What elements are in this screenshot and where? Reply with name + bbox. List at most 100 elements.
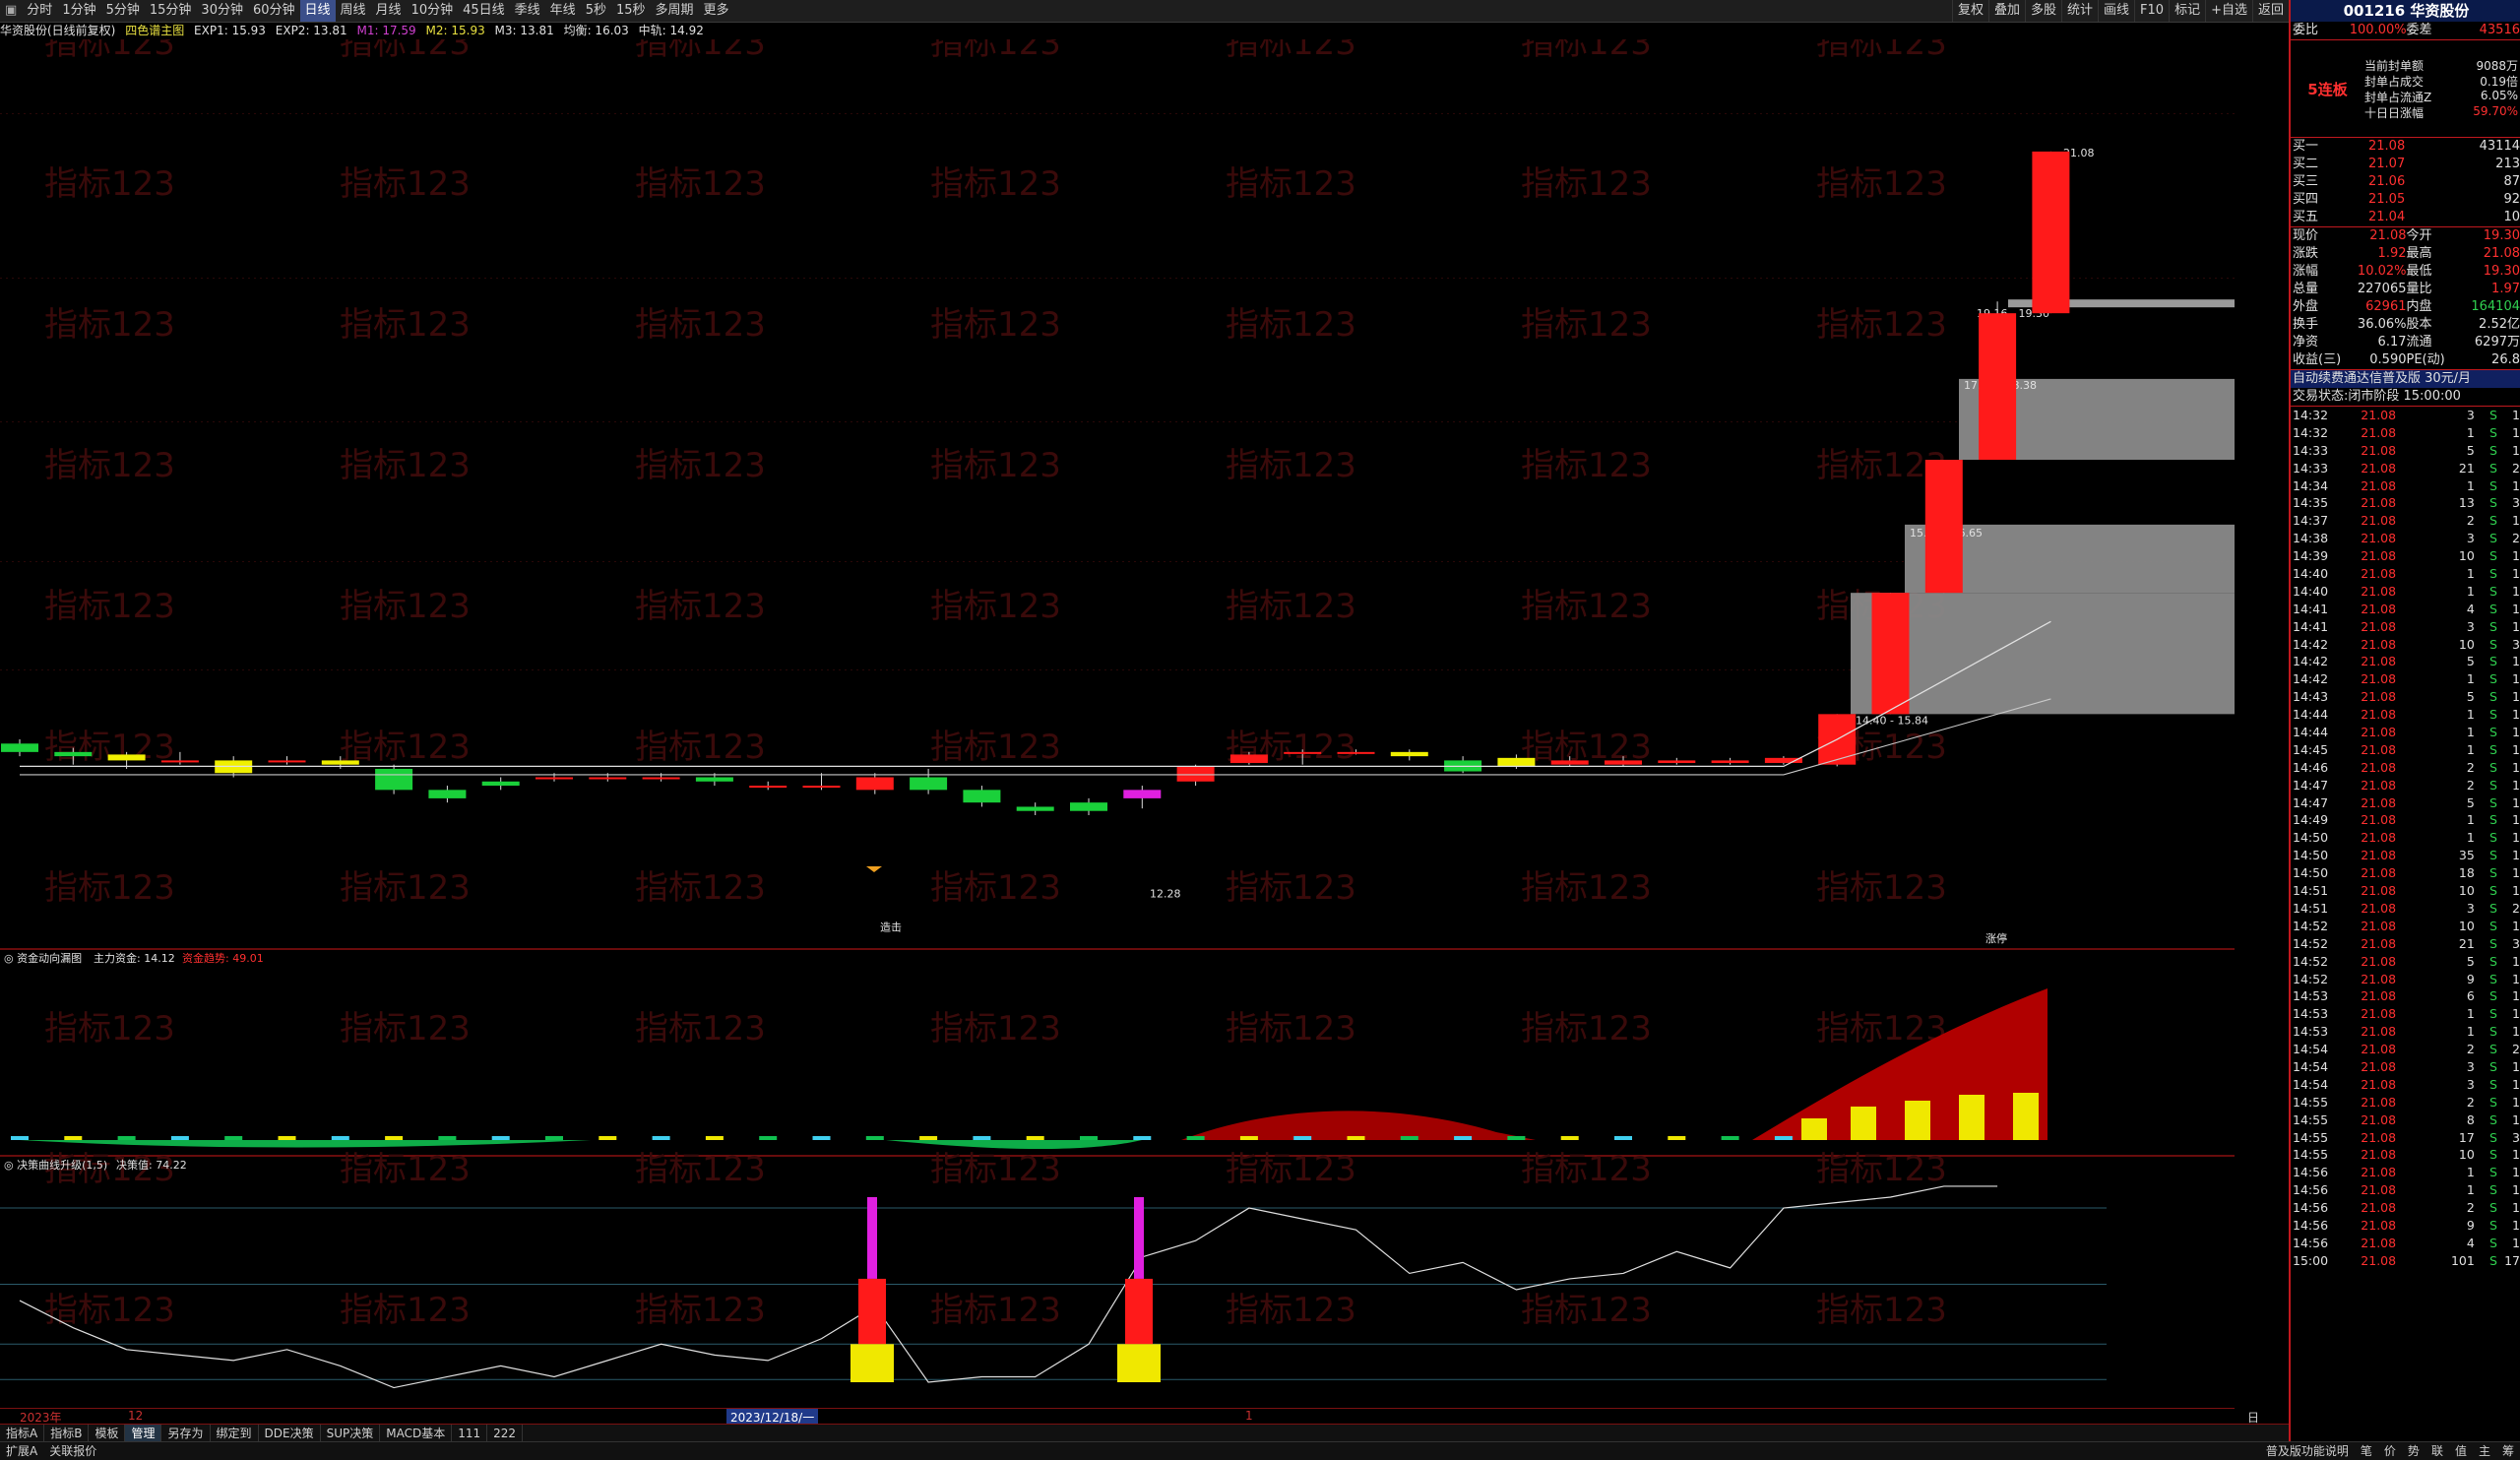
tick-cell: 35 xyxy=(2458,848,2475,863)
toolbar-action-7[interactable]: +自选 xyxy=(2205,0,2252,22)
stock-code-name: 001216 华资股份 xyxy=(2291,0,2520,22)
watermark-text: 指标123 xyxy=(1521,1009,1652,1048)
indicator-tab-6[interactable]: DDE决策 xyxy=(259,1425,321,1442)
bid-row[interactable]: 买一 21.08 43114 xyxy=(2291,138,2520,156)
tick-cell: 1 xyxy=(2512,1006,2520,1022)
quote-key: 今开 xyxy=(2406,228,2432,243)
indicator-tab-1[interactable]: 指标B xyxy=(44,1425,90,1442)
period-tab-16[interactable]: 更多 xyxy=(699,0,734,22)
quote-value: 2.52亿 xyxy=(2479,317,2520,332)
watermark-text: 指标123 xyxy=(1521,587,1652,626)
tick-cell: 14:32 xyxy=(2293,424,2329,440)
tick-list[interactable]: 14:32 21.08 3 S 1 14:32 21.08 1 S 1 14:33 21.08 5 S 1 1… xyxy=(2291,407,2520,1270)
tick-cell: 21.08 xyxy=(2361,1058,2397,1074)
indicator-tab-8[interactable]: MACD基本 xyxy=(380,1425,453,1442)
tick-cell: S xyxy=(2488,971,2497,986)
period-tab-9[interactable]: 10分钟 xyxy=(407,0,459,22)
tick-cell: S xyxy=(2488,1111,2497,1127)
fund-tick xyxy=(865,1136,884,1140)
panel-tab-5[interactable]: 主 xyxy=(2473,1442,2496,1460)
candle-body xyxy=(695,777,733,782)
seal-value: 59.70% xyxy=(2473,104,2518,118)
toolbar-action-2[interactable]: 多股 xyxy=(2024,0,2061,22)
tick-cell: 10 xyxy=(2458,1147,2475,1163)
tick-row: 14:55 21.08 2 S 1 xyxy=(2291,1094,2520,1111)
period-tab-7[interactable]: 周线 xyxy=(336,0,371,22)
indicator-tab-10[interactable]: 222 xyxy=(487,1425,524,1442)
tick-row: 14:51 21.08 3 S 2 xyxy=(2291,900,2520,918)
period-tab-4[interactable]: 30分钟 xyxy=(196,0,248,22)
renew-notice[interactable]: 自动续费通达信普及版 30元/月 xyxy=(2291,370,2520,388)
indicator-tab-7[interactable]: SUP决策 xyxy=(321,1425,381,1442)
tick-cell: 21.08 xyxy=(2361,477,2397,493)
indicator-tab-3[interactable]: 管理 xyxy=(125,1425,162,1442)
tick-cell: 1 xyxy=(2512,953,2520,969)
candle-body xyxy=(1123,790,1162,798)
bid-row[interactable]: 买五 21.04 10 xyxy=(2291,209,2520,226)
period-tab-2[interactable]: 5分钟 xyxy=(101,0,145,22)
toolbar-action-6[interactable]: 标记 xyxy=(2169,0,2205,22)
panel-tab-1[interactable]: 价 xyxy=(2378,1442,2402,1460)
bid-row[interactable]: 买四 21.05 92 xyxy=(2291,191,2520,209)
panel-tab-4[interactable]: 值 xyxy=(2449,1442,2473,1460)
tick-cell: 14:35 xyxy=(2293,495,2329,511)
toolbar-action-3[interactable]: 统计 xyxy=(2061,0,2098,22)
period-tab-10[interactable]: 45日线 xyxy=(458,0,510,22)
panel-tab-0[interactable]: 笔 xyxy=(2355,1442,2378,1460)
tick-cell: 1 xyxy=(2466,566,2475,582)
watermark-text: 指标123 xyxy=(1521,1291,1652,1330)
indicator-tab-4[interactable]: 另存为 xyxy=(161,1425,211,1442)
panel-tab-3[interactable]: 联 xyxy=(2426,1442,2449,1460)
watermark-text: 指标123 xyxy=(1226,305,1356,345)
quote-row: 现价 21.08 今开 19.30 xyxy=(2291,227,2520,245)
toolbar-action-0[interactable]: 复权 xyxy=(1951,0,1988,22)
period-tab-13[interactable]: 5秒 xyxy=(581,0,611,22)
indicator-tab-2[interactable]: 模板 xyxy=(89,1425,126,1442)
period-tab-5[interactable]: 60分钟 xyxy=(248,0,300,22)
watermark-text: 指标123 xyxy=(1226,587,1356,626)
tick-cell: 21.08 xyxy=(2361,1217,2397,1233)
related-quote-tab[interactable]: 关联报价 xyxy=(43,1442,102,1460)
toolbar-action-5[interactable]: F10 xyxy=(2134,0,2169,22)
feature-notice[interactable]: 普及版功能说明 xyxy=(2260,1442,2355,1460)
bid-row[interactable]: 买二 21.07 213 xyxy=(2291,156,2520,173)
bid-row[interactable]: 买三 21.06 87 xyxy=(2291,173,2520,191)
candle-body xyxy=(268,760,306,763)
period-tab-11[interactable]: 季线 xyxy=(510,0,545,22)
overlay-name[interactable]: 四色谱主图 xyxy=(125,24,184,37)
tick-cell: 5 xyxy=(2466,654,2475,669)
period-tab-6[interactable]: 日线 xyxy=(299,0,336,22)
period-tab-0[interactable]: 分时 xyxy=(22,0,57,22)
period-tab-12[interactable]: 年线 xyxy=(545,0,581,22)
period-tab-15[interactable]: 多周期 xyxy=(651,0,699,22)
toolbar-action-4[interactable]: 画线 xyxy=(2098,0,2134,22)
tick-cell: 2 xyxy=(2466,1094,2475,1110)
indicator-tab-0[interactable]: 指标A xyxy=(0,1425,45,1442)
panel-tab-6[interactable]: 筹 xyxy=(2496,1442,2520,1460)
tick-cell: 3 xyxy=(2466,408,2475,422)
indicator-tab-5[interactable]: 绑定到 xyxy=(211,1425,259,1442)
tick-cell: 21.08 xyxy=(2361,918,2397,933)
period-tab-14[interactable]: 15秒 xyxy=(611,0,651,22)
fund-tick xyxy=(1721,1136,1739,1140)
toolbar-action-1[interactable]: 叠加 xyxy=(1987,0,2025,22)
tick-cell: 3 xyxy=(2466,900,2475,916)
tick-cell: 14:56 xyxy=(2293,1182,2329,1198)
kline-chart[interactable]: 指标123 指标123 指标123 指标123 指标123 指标123 指标123 指标123… xyxy=(0,39,2235,1408)
period-tab-8[interactable]: 月线 xyxy=(371,0,407,22)
period-tab-3[interactable]: 15分钟 xyxy=(145,0,197,22)
panel-tab-2[interactable]: 势 xyxy=(2402,1442,2426,1460)
tick-cell: 1 xyxy=(2512,1165,2520,1180)
signal-bar-yellow xyxy=(850,1344,894,1382)
bid-volume: 213 xyxy=(2495,157,2520,171)
decision-value: 决策值: 74.22 xyxy=(116,1158,187,1172)
toolbar-menu-icon[interactable]: ▣ xyxy=(0,0,22,22)
toolbar-action-8[interactable]: 返回 xyxy=(2251,0,2289,22)
period-tab-1[interactable]: 1分钟 xyxy=(57,0,100,22)
ext-a-tab[interactable]: 扩展A xyxy=(0,1442,43,1460)
tick-cell: 1 xyxy=(2466,830,2475,846)
tick-cell: 13 xyxy=(2458,495,2475,511)
indicator-tab-9[interactable]: 111 xyxy=(452,1425,488,1442)
fund-tick xyxy=(1507,1136,1526,1140)
quote-key: 涨跌 xyxy=(2293,246,2319,261)
